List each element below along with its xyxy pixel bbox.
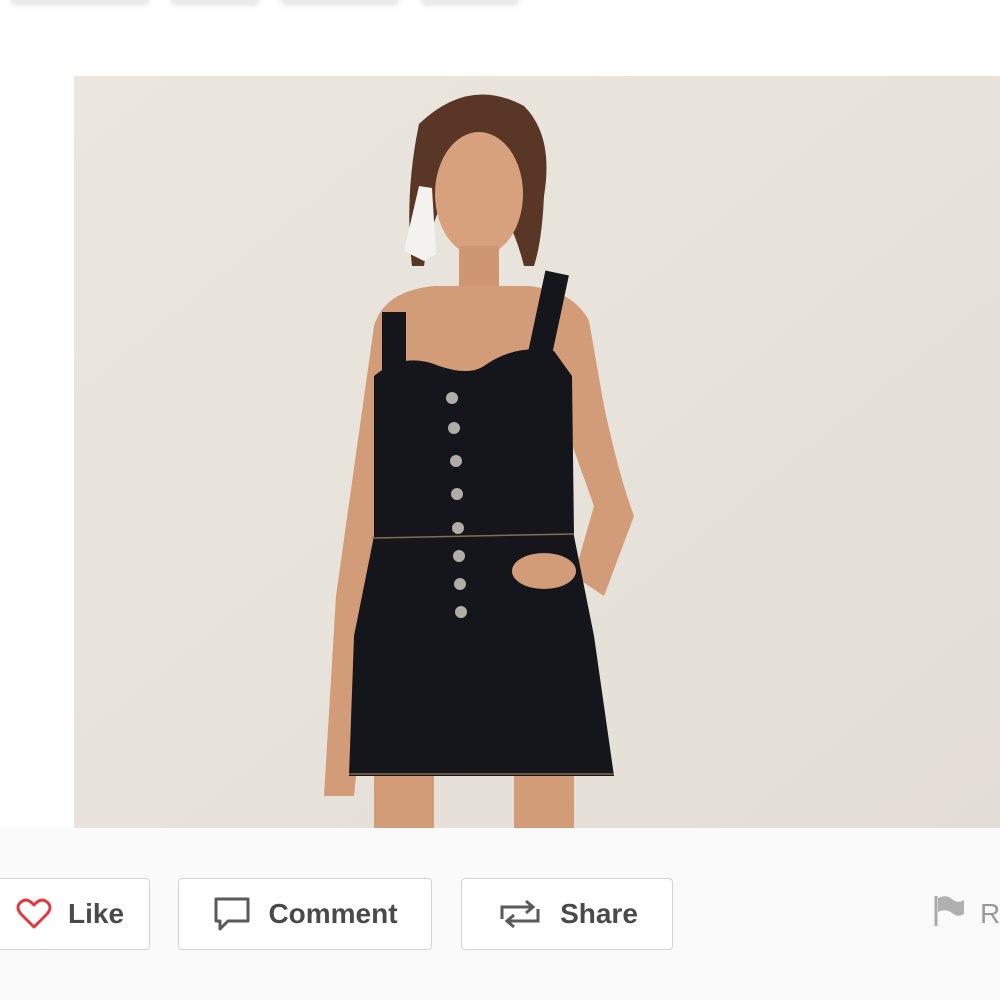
dress-model-illustration — [74, 76, 1000, 828]
speech-bubble-icon — [212, 895, 252, 933]
like-label: Like — [67, 898, 125, 929]
comment-label: Comment — [268, 898, 398, 929]
post-view: Like Comment Share R — [0, 0, 1000, 1000]
report-link[interactable]: R — [932, 878, 1000, 950]
repost-arrows-icon — [496, 897, 544, 931]
product-photo[interactable] — [74, 76, 1000, 828]
like-button[interactable]: Like — [0, 878, 150, 950]
post-title-cropped — [0, 0, 1000, 28]
comment-button[interactable]: Comment — [178, 878, 432, 950]
post-action-bar: Like Comment Share R — [0, 828, 1000, 1000]
share-button[interactable]: Share — [461, 878, 673, 950]
flag-icon — [932, 894, 966, 935]
share-label: Share — [560, 898, 638, 929]
heart-icon — [16, 898, 52, 930]
report-label: R — [980, 898, 1000, 929]
